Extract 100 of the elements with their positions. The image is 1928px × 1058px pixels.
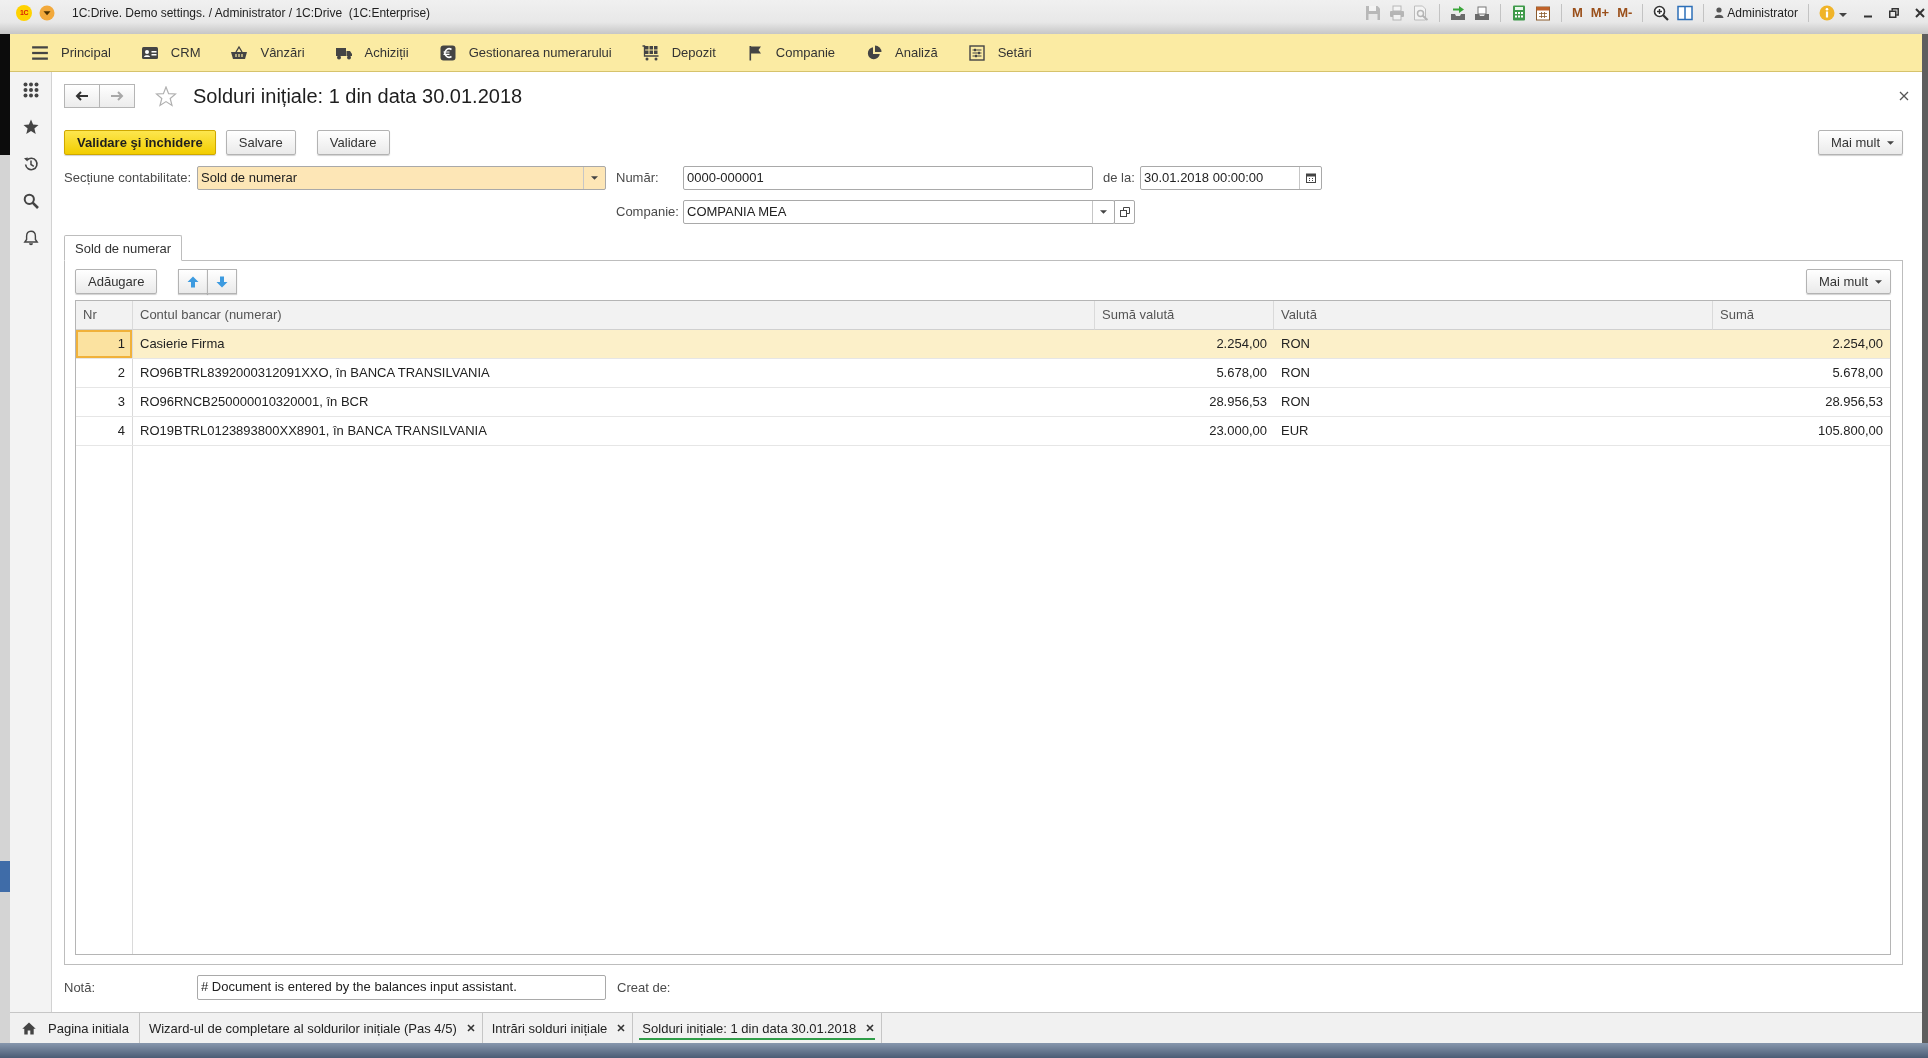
euro-icon bbox=[438, 44, 457, 61]
table-cell-text: 23.000,00 bbox=[1208, 422, 1268, 440]
table-cell-text: 105.800,00 bbox=[1816, 422, 1884, 440]
cart-icon bbox=[641, 44, 660, 61]
date-field[interactable]: 30.01.2018 00:00:00 bbox=[1140, 166, 1322, 190]
calculator-icon[interactable] bbox=[1510, 4, 1527, 21]
field-label: Număr: bbox=[616, 169, 660, 187]
close-icon[interactable] bbox=[466, 1024, 475, 1032]
table-row[interactable]: 2 RO96BTRL8392000312091XXO, în BANCA TRANSILVANIA 5.678,00 RON 5.678,00 bbox=[76, 359, 1890, 388]
section-item[interactable]: Analiză bbox=[850, 34, 953, 71]
table-row[interactable]: 4 RO19BTRL0123893800XX8901, în BANCA TRANSILVANIA 23.000,00 EUR 105.800,00 bbox=[76, 417, 1890, 446]
note-field[interactable]: # Document is entered by the balances input assistant. bbox=[197, 975, 606, 1000]
table-row[interactable]: 3 RO96RNCB250000010320001, în BCR 28.956,53 RON 28.956,53 bbox=[76, 388, 1890, 417]
more-button[interactable]: Mai mult bbox=[1817, 130, 1903, 155]
move-down-button[interactable] bbox=[207, 269, 238, 294]
section-item[interactable]: Achiziții bbox=[319, 34, 424, 71]
split-panel-icon[interactable] bbox=[1677, 4, 1694, 21]
arrow-right-icon bbox=[110, 91, 124, 101]
number-field[interactable]: 0000-000001 bbox=[683, 166, 1093, 190]
tray-icon[interactable] bbox=[1473, 4, 1490, 21]
table-cell-text: 2.254,00 bbox=[1831, 335, 1884, 353]
star-icon[interactable] bbox=[155, 85, 177, 107]
table-cell-text: EUR bbox=[1280, 422, 1310, 440]
caret-icon[interactable] bbox=[1839, 12, 1847, 17]
column-header[interactable]: Valută bbox=[1274, 301, 1713, 330]
column-header[interactable]: Nr bbox=[76, 301, 133, 330]
add-button[interactable]: Adăugare bbox=[75, 269, 158, 294]
search-icon[interactable] bbox=[22, 193, 39, 209]
more-button[interactable]: Mai mult bbox=[1805, 269, 1891, 294]
table-cell-text: RO96BTRL8392000312091XXO, în BANCA TRANSILVANIA bbox=[139, 364, 491, 382]
caret-icon bbox=[1887, 140, 1894, 145]
arrow-up-icon bbox=[187, 275, 200, 288]
section-item[interactable]: Depozit bbox=[626, 34, 731, 71]
history-icon[interactable] bbox=[22, 156, 39, 172]
close-icon[interactable] bbox=[866, 1024, 875, 1032]
caret-icon bbox=[591, 176, 598, 180]
open-button[interactable] bbox=[1114, 200, 1135, 224]
zoom-in-icon[interactable] bbox=[1653, 4, 1670, 21]
section-item[interactable]: Gestionarea numerarului bbox=[423, 34, 627, 71]
column-header[interactable]: Sumă valută bbox=[1095, 301, 1274, 330]
table-cell-text: 2.254,00 bbox=[1215, 335, 1268, 353]
field-label: Secțiune contabilitate: bbox=[64, 169, 193, 187]
memory-button[interactable]: M+ bbox=[1590, 5, 1610, 20]
bell-icon[interactable] bbox=[22, 230, 39, 246]
sliders-icon bbox=[967, 44, 986, 61]
restore-icon[interactable] bbox=[1889, 7, 1899, 18]
caret-icon bbox=[1875, 279, 1882, 284]
table-cell: 2 bbox=[76, 359, 133, 387]
memory-button[interactable]: M bbox=[1571, 5, 1583, 20]
tab[interactable]: Sold de numerar bbox=[64, 235, 183, 261]
table-cell: 3 bbox=[76, 388, 133, 416]
accounting-section-field[interactable]: Sold de numerar bbox=[197, 166, 606, 190]
close-icon[interactable] bbox=[1915, 7, 1925, 18]
home-icon bbox=[22, 1021, 36, 1035]
post-button[interactable]: Validare bbox=[316, 130, 390, 155]
table-cell-text: 28.956,53 bbox=[1824, 393, 1884, 411]
section-item[interactable]: Companie bbox=[730, 34, 851, 71]
column-header[interactable]: Sumă bbox=[1713, 301, 1890, 330]
tray-arrow-icon[interactable] bbox=[1449, 4, 1466, 21]
table-cell-text: 28.956,53 bbox=[1208, 393, 1268, 411]
section-item[interactable]: Setări bbox=[952, 34, 1047, 71]
arrow-down-icon bbox=[216, 275, 229, 288]
open-window-icon bbox=[1119, 207, 1130, 217]
section-item[interactable]: CRM bbox=[125, 34, 216, 71]
calendar-icon[interactable] bbox=[1534, 4, 1551, 21]
star-icon[interactable] bbox=[22, 119, 39, 135]
post-and-close-button[interactable]: Validare şi închidere bbox=[64, 130, 216, 155]
apps-grid-icon[interactable] bbox=[22, 82, 39, 98]
dropdown-icon[interactable] bbox=[39, 4, 55, 21]
table-cell-text: RO96RNCB250000010320001, în BCR bbox=[139, 393, 370, 411]
table-row[interactable]: 1 Casierie Firma 2.254,00 RON 2.254,00 bbox=[76, 330, 1890, 359]
table-cell: 4 bbox=[76, 417, 133, 445]
back-button[interactable] bbox=[64, 84, 100, 108]
field-label: Notă: bbox=[64, 978, 97, 997]
company-field[interactable]: COMPANIA MEA bbox=[683, 200, 1115, 224]
table-cell-text: 5.678,00 bbox=[1831, 364, 1884, 382]
pie-chart-icon bbox=[865, 44, 884, 61]
arrow-left-icon bbox=[75, 91, 89, 101]
form-title: Solduri inițiale: 1 din data 30.01.2018 bbox=[193, 84, 523, 108]
table-cell-text: 5.678,00 bbox=[1215, 364, 1268, 382]
close-icon[interactable] bbox=[617, 1024, 626, 1032]
move-up-button[interactable] bbox=[178, 269, 209, 294]
field-label: Companie: bbox=[616, 203, 680, 221]
close-icon[interactable] bbox=[1899, 91, 1909, 101]
table-cell-text: RON bbox=[1280, 364, 1311, 382]
id-card-icon bbox=[140, 44, 159, 61]
column-header[interactable]: Contul bancar (numerar) bbox=[133, 301, 1095, 330]
table-cell: 1 bbox=[76, 330, 133, 358]
basket-icon bbox=[230, 44, 249, 61]
save-button[interactable]: Salvare bbox=[225, 130, 296, 155]
section-item[interactable]: Vânzări bbox=[215, 34, 320, 71]
table-cell-text: Casierie Firma bbox=[139, 335, 226, 353]
user-name[interactable]: Administrator bbox=[1727, 5, 1798, 20]
calendar-icon bbox=[1305, 173, 1316, 183]
field-label: de la: bbox=[1103, 169, 1136, 187]
memory-button[interactable]: M- bbox=[1617, 5, 1633, 20]
user-icon bbox=[1714, 7, 1725, 18]
caret-icon bbox=[1100, 210, 1107, 214]
section-item[interactable]: Principal bbox=[16, 34, 126, 71]
table-cell-text: RO19BTRL0123893800XX8901, în BANCA TRANSILVANIA bbox=[139, 422, 488, 440]
